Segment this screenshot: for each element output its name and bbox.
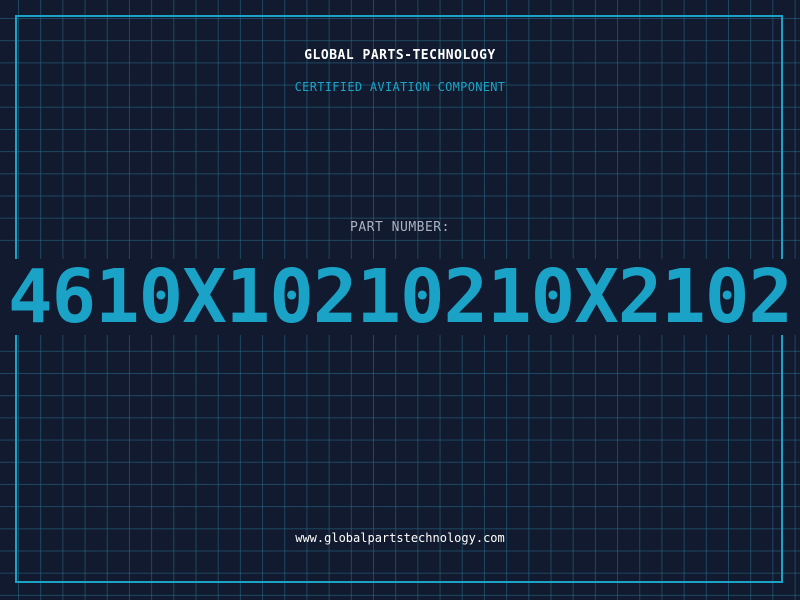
part-number-label: PART NUMBER: — [350, 220, 450, 235]
brand-title: GLOBAL PARTS-TECHNOLOGY — [304, 48, 496, 63]
part-number-value: 4610X10210210X2102 — [8, 259, 793, 335]
label-page: GLOBAL PARTS-TECHNOLOGY CERTIFIED AVIATI… — [0, 0, 800, 600]
website-url: www.globalpartstechnology.com — [295, 531, 505, 545]
brand-subtitle: CERTIFIED AVIATION COMPONENT — [294, 80, 506, 94]
part-number-band: 4610X10210210X2102 — [0, 259, 800, 335]
